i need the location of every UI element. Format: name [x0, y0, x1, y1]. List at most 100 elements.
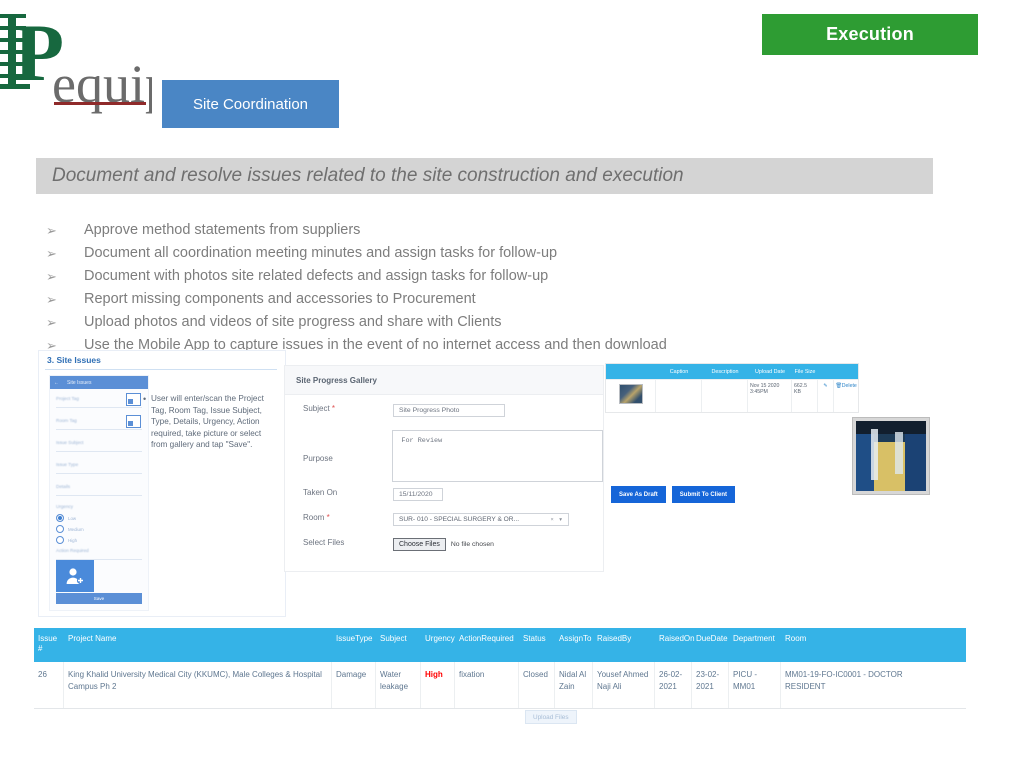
- phone-header: ← Site Issues: [50, 376, 148, 389]
- scan-icon[interactable]: [126, 393, 141, 406]
- col-room: Room: [785, 634, 807, 643]
- urgency-radio-group[interactable]: Low Medium High: [56, 514, 84, 547]
- purpose-label-wrap: Purpose: [285, 430, 392, 463]
- cell-raised-by: Yousef Ahmed Naji Ali: [593, 662, 655, 708]
- mobile-panel-note-text: User will enter/scan the Project Tag, Ro…: [151, 394, 264, 450]
- gallery-header: Site Progress Gallery: [285, 366, 603, 395]
- phone-urgency-label: Urgency: [56, 504, 74, 509]
- execution-badge-label: Execution: [826, 24, 914, 44]
- room-label-wrap: Room *: [285, 513, 393, 522]
- phone-field-issue-subject[interactable]: Issue Subject: [56, 440, 142, 452]
- mobile-app-panel: 3. Site Issues ← Site Issues Project Tag…: [38, 350, 286, 617]
- site-progress-gallery-panel: Site Progress Gallery Subject * Site Pro…: [284, 365, 604, 724]
- submit-to-client-label: Submit To Client: [679, 491, 728, 498]
- col-file-size: File Size: [794, 368, 816, 375]
- room-select-value: SUR- 010 - SPECIAL SURGERY & OR...: [399, 516, 520, 523]
- choose-files-button[interactable]: Choose Files: [393, 538, 446, 551]
- edit-icon[interactable]: ✎: [818, 380, 834, 412]
- upload-files-button[interactable]: Upload Files: [525, 710, 577, 724]
- cell-department: PICU - MM01: [729, 662, 781, 708]
- bullet-item: ➢ Approve method statements from supplie…: [46, 220, 866, 241]
- table-row: Nov 15 2020 3:45PM 662.5 KB ✎ 🗑 Delete: [606, 379, 858, 412]
- radio-dot-icon: [56, 536, 64, 544]
- col-upload-date: Upload Date: [755, 368, 785, 375]
- subtitle-text: Document and resolve issues related to t…: [52, 165, 684, 186]
- chevron-down-icon: × ▾: [550, 516, 564, 523]
- phone-save-button[interactable]: Save: [56, 593, 142, 604]
- cell-issue-type: Damage: [332, 662, 376, 708]
- mobile-panel-note: • User will enter/scan the Project Tag, …: [143, 393, 277, 451]
- bullet-item: ➢ Document with photos site related defe…: [46, 266, 866, 287]
- radio-dot-icon: [56, 514, 64, 522]
- cell-room: MM01-19-FO-IC0001 - DOCTOR RESIDENT: [785, 670, 903, 691]
- bullet-arrow-icon: ➢: [46, 269, 57, 284]
- phone-header-title: Site Issues: [67, 379, 92, 386]
- select-files-label-wrap: Select Files: [285, 538, 393, 547]
- col-action-required: ActionRequired: [459, 634, 514, 643]
- add-user-glyph: [66, 568, 85, 585]
- row-caption: [656, 380, 702, 412]
- row-thumbnail-cell[interactable]: [606, 380, 656, 412]
- room-label: Room: [303, 513, 325, 522]
- col-raised-by: RaisedBy: [597, 634, 632, 643]
- submit-to-client-button[interactable]: Submit To Client: [671, 486, 736, 503]
- cell-raised-on: 26-02-2021: [655, 662, 692, 708]
- required-marker: *: [331, 404, 336, 413]
- taken-on-label-wrap: Taken On: [285, 488, 393, 497]
- phone-mockup: ← Site Issues Project Tag Room Tag Issue…: [49, 375, 149, 611]
- phone-field-details[interactable]: Details: [56, 484, 142, 496]
- bullet-list: ➢ Approve method statements from supplie…: [46, 220, 866, 358]
- photo-ceiling: [856, 421, 926, 434]
- pequip-logo-mark: P equip: [0, 8, 152, 114]
- bullet-item: ➢ Document all coordination meeting minu…: [46, 243, 866, 264]
- field-underline: [56, 407, 142, 408]
- site-coordination-chip-label: Site Coordination: [192, 95, 309, 113]
- screenshot-collage: 3. Site Issues ← Site Issues Project Tag…: [0, 345, 1019, 724]
- subject-input-value: Site Progress Photo: [399, 407, 460, 414]
- photo-equipment-right: [895, 432, 903, 475]
- urgency-option-low[interactable]: Low: [56, 514, 84, 522]
- purpose-textarea[interactable]: For Review: [392, 430, 603, 482]
- select-files-label: Select Files: [303, 538, 345, 547]
- field-underline: [56, 473, 142, 474]
- col-assign-to: AssignTo: [559, 634, 592, 643]
- pequip-logo: P equip: [0, 8, 152, 116]
- phone-urgency-label-wrap: Urgency: [56, 504, 142, 509]
- taken-on-value: 15/11/2020: [399, 491, 433, 498]
- site-coordination-chip: Site Coordination: [162, 80, 339, 128]
- choose-files-label: Choose Files: [399, 541, 440, 548]
- bullet-item: ➢ Report missing components and accessor…: [46, 289, 866, 310]
- site-construction-photo: [853, 418, 929, 494]
- scan-icon[interactable]: [126, 415, 141, 428]
- col-project-name: Project Name: [68, 634, 117, 643]
- col-issue-type: IssueType: [336, 634, 373, 643]
- room-select[interactable]: SUR- 010 - SPECIAL SURGERY & OR... × ▾: [393, 513, 569, 526]
- issues-table: Issue # Project Name IssueType Subject U…: [34, 628, 966, 709]
- mobile-panel-divider: [45, 369, 277, 370]
- bullet-arrow-icon: ➢: [46, 292, 57, 307]
- col-due-date: DueDate: [696, 634, 728, 643]
- cell-status: Closed: [519, 662, 555, 708]
- gallery-row-purpose: Purpose For Review: [285, 430, 603, 482]
- phone-field-label: Details: [56, 484, 71, 489]
- field-underline: [56, 451, 142, 452]
- col-description: Description: [711, 368, 739, 375]
- subject-input[interactable]: Site Progress Photo: [393, 404, 505, 417]
- taken-on-input[interactable]: 15/11/2020: [393, 488, 443, 501]
- gallery-row-select-files: Select Files Choose Files No file chosen…: [285, 538, 603, 724]
- col-status: Status: [523, 634, 546, 643]
- phone-save-label: Save: [93, 596, 105, 601]
- row-file-size: 662.5 KB: [792, 380, 818, 412]
- save-as-draft-button[interactable]: Save As Draft: [611, 486, 666, 503]
- delete-link[interactable]: 🗑 Delete: [834, 380, 858, 412]
- add-user-icon[interactable]: [56, 560, 94, 592]
- urgency-option-medium[interactable]: Medium: [56, 525, 84, 533]
- note-bullet-icon: •: [143, 394, 147, 404]
- phone-field-issue-type[interactable]: Issue Type: [56, 462, 142, 474]
- row-description: [702, 380, 748, 412]
- subject-label-wrap: Subject *: [285, 404, 393, 413]
- back-arrow-icon[interactable]: ←: [54, 380, 59, 386]
- urgency-option-high[interactable]: High: [56, 536, 84, 544]
- field-underline: [56, 495, 142, 496]
- no-file-chosen-text: No file chosen: [450, 541, 494, 548]
